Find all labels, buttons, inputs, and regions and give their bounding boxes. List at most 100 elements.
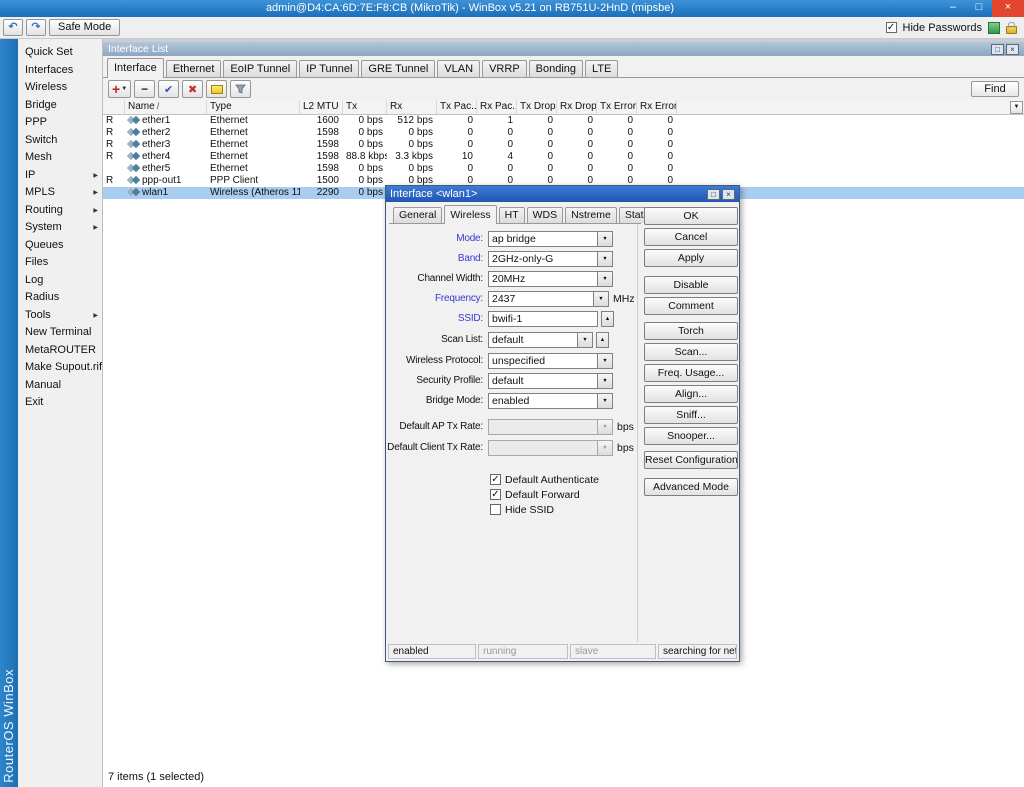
hide-ssid-row[interactable]: Hide SSID xyxy=(490,503,554,516)
comment-button[interactable] xyxy=(206,80,227,98)
scan-list-input[interactable]: default xyxy=(488,332,578,348)
column-type[interactable]: Type xyxy=(207,100,300,114)
tab-interface[interactable]: Interface xyxy=(107,58,164,78)
sidebar-item-switch[interactable]: Switch xyxy=(18,132,102,150)
mode-select[interactable]: ap bridge xyxy=(488,231,598,247)
column-tx[interactable]: Tx xyxy=(343,100,387,114)
ok-button[interactable]: OK xyxy=(644,207,738,225)
reset-configuration-button[interactable]: Reset Configuration xyxy=(644,451,738,469)
sidebar-item-log[interactable]: Log xyxy=(18,272,102,290)
sidebar-item-ppp[interactable]: PPP xyxy=(18,114,102,132)
maximize-icon[interactable]: □ xyxy=(707,189,720,200)
sidebar-item-exit[interactable]: Exit xyxy=(18,394,102,412)
frequency-input[interactable]: 2437 xyxy=(488,291,594,307)
dialog-titlebar[interactable]: Interface <wlan1> □ × xyxy=(386,186,739,202)
hide-ssid-checkbox[interactable] xyxy=(490,504,501,515)
table-row-ether1[interactable]: R ether1 Ethernet 1600 0 bps 512 bps 0 1… xyxy=(103,115,1024,127)
disable-button[interactable]: ✖ xyxy=(182,80,203,98)
sidebar-item-system[interactable]: System▶ xyxy=(18,219,102,237)
sidebar-item-ip[interactable]: IP▶ xyxy=(18,167,102,185)
add-button[interactable]: +▼ xyxy=(108,80,131,98)
apply-button[interactable]: Apply xyxy=(644,249,738,267)
security-profile-select[interactable]: default xyxy=(488,373,598,389)
filter-button[interactable] xyxy=(230,80,251,98)
chevron-down-icon[interactable]: ▼ xyxy=(598,251,613,267)
column-tx-drops[interactable]: Tx Drops xyxy=(517,100,557,114)
table-row-ether5[interactable]: ether5 Ethernet 1598 0 bps 0 bps 0 0 0 0… xyxy=(103,163,1024,175)
sidebar-item-metarouter[interactable]: MetaROUTER xyxy=(18,342,102,360)
sidebar-item-new-terminal[interactable]: New Terminal xyxy=(18,324,102,342)
restore-icon[interactable]: □ xyxy=(991,44,1004,55)
sidebar-item-bridge[interactable]: Bridge xyxy=(18,97,102,115)
sidebar-item-interfaces[interactable]: Interfaces xyxy=(18,62,102,80)
chevron-down-icon[interactable]: ▼ xyxy=(578,332,593,348)
tab-wds[interactable]: WDS xyxy=(527,207,564,223)
bridge-mode-select[interactable]: enabled xyxy=(488,393,598,409)
safe-mode-button[interactable]: Safe Mode xyxy=(49,19,120,36)
sidebar-item-routing[interactable]: Routing▶ xyxy=(18,202,102,220)
channel-width-select[interactable]: 20MHz xyxy=(488,271,598,287)
find-button[interactable]: Find xyxy=(971,81,1019,97)
chevron-down-icon[interactable]: ▼ xyxy=(598,393,613,409)
column-tx-packet[interactable]: Tx Pac... xyxy=(437,100,477,114)
column-tx-errors[interactable]: Tx Errors xyxy=(597,100,637,114)
align-button[interactable]: Align... xyxy=(644,385,738,403)
sidebar-item-quick-set[interactable]: Quick Set xyxy=(18,44,102,62)
close-button[interactable]: × xyxy=(992,0,1024,17)
chevron-down-icon[interactable]: ▼ xyxy=(598,271,613,287)
column-rx-errors[interactable]: Rx Errors xyxy=(637,100,677,114)
chevron-down-icon[interactable]: ▼ xyxy=(598,231,613,247)
close-icon[interactable]: × xyxy=(722,189,735,200)
comment-button[interactable]: Comment xyxy=(644,297,738,315)
wireless-protocol-select[interactable]: unspecified xyxy=(488,353,598,369)
interface-list-titlebar[interactable]: Interface List □ × xyxy=(103,42,1024,56)
tab-ethernet[interactable]: Ethernet xyxy=(166,60,222,77)
snooper-button[interactable]: Snooper... xyxy=(644,427,738,445)
collapse-up-icon[interactable]: ▲ xyxy=(601,311,614,327)
tab-lte[interactable]: LTE xyxy=(585,60,618,77)
redo-icon[interactable]: ↷ xyxy=(26,19,46,36)
sidebar-item-radius[interactable]: Radius xyxy=(18,289,102,307)
default-authenticate-checkbox[interactable]: ✓ xyxy=(490,474,501,485)
maximize-button[interactable]: □ xyxy=(966,0,992,17)
freq-usage-button[interactable]: Freq. Usage... xyxy=(644,364,738,382)
tab-gre-tunnel[interactable]: GRE Tunnel xyxy=(361,60,435,77)
column-name[interactable]: Name/ xyxy=(125,100,207,114)
cancel-button[interactable]: Cancel xyxy=(644,228,738,246)
column-l2mtu[interactable]: L2 MTU xyxy=(300,100,343,114)
sidebar-item-mesh[interactable]: Mesh xyxy=(18,149,102,167)
column-flags[interactable] xyxy=(103,100,125,114)
torch-button[interactable]: Torch xyxy=(644,322,738,340)
band-select[interactable]: 2GHz-only-G xyxy=(488,251,598,267)
default-authenticate-row[interactable]: ✓ Default Authenticate xyxy=(490,473,599,486)
hide-passwords-checkbox[interactable]: ✓ xyxy=(886,22,897,33)
table-row-ether4[interactable]: R ether4 Ethernet 1598 88.8 kbps 3.3 kbp… xyxy=(103,151,1024,163)
column-rx[interactable]: Rx xyxy=(387,100,437,114)
tab-vrrp[interactable]: VRRP xyxy=(482,60,527,77)
chevron-down-icon[interactable]: ▼ xyxy=(598,353,613,369)
table-row-ether2[interactable]: R ether2 Ethernet 1598 0 bps 0 bps 0 0 0… xyxy=(103,127,1024,139)
undo-icon[interactable]: ↶ xyxy=(3,19,23,36)
collapse-up-icon[interactable]: ▲ xyxy=(596,332,609,348)
sidebar-item-manual[interactable]: Manual xyxy=(18,377,102,395)
tab-bonding[interactable]: Bonding xyxy=(529,60,583,77)
tab-ht[interactable]: HT xyxy=(499,207,525,223)
sidebar-item-tools[interactable]: Tools▶ xyxy=(18,307,102,325)
column-chooser-button[interactable]: ▼ xyxy=(1010,101,1023,114)
tab-vlan[interactable]: VLAN xyxy=(437,60,480,77)
sidebar-item-wireless[interactable]: Wireless xyxy=(18,79,102,97)
remove-button[interactable]: − xyxy=(134,80,155,98)
tab-ip-tunnel[interactable]: IP Tunnel xyxy=(299,60,359,77)
advanced-mode-button[interactable]: Advanced Mode xyxy=(644,478,738,496)
chevron-down-icon[interactable]: ▼ xyxy=(598,373,613,389)
sidebar-item-make-supout[interactable]: Make Supout.rif xyxy=(18,359,102,377)
minimize-button[interactable]: – xyxy=(940,0,966,17)
chevron-down-icon[interactable]: ▼ xyxy=(594,291,609,307)
default-forward-row[interactable]: ✓ Default Forward xyxy=(490,488,580,501)
disable-button[interactable]: Disable xyxy=(644,276,738,294)
tab-general[interactable]: General xyxy=(393,207,442,223)
session-icon[interactable] xyxy=(988,22,1000,34)
scan-button[interactable]: Scan... xyxy=(644,343,738,361)
column-rx-packet[interactable]: Rx Pac... xyxy=(477,100,517,114)
table-row-ether3[interactable]: R ether3 Ethernet 1598 0 bps 0 bps 0 0 0… xyxy=(103,139,1024,151)
